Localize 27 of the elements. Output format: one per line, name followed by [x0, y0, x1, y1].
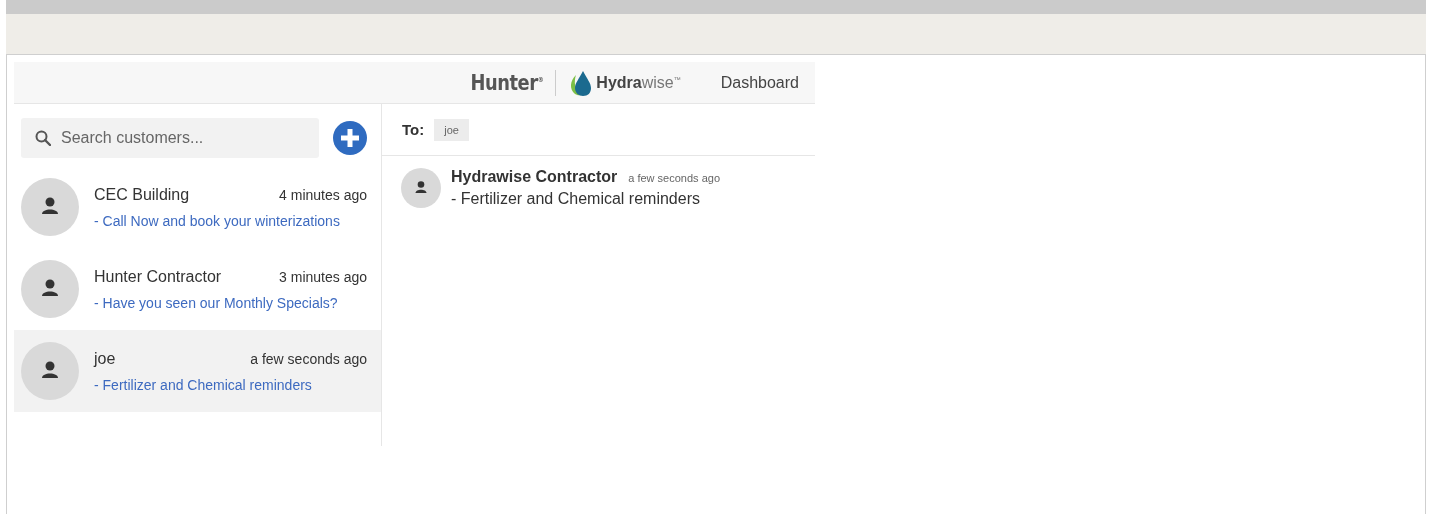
to-label: To: [402, 121, 425, 138]
conversation-item[interactable]: joe a few seconds ago - Fertilizer and Chemical reminders [14, 330, 381, 412]
message-preview: - Have you seen our Monthly Specials? [94, 294, 339, 311]
conversation-item[interactable]: CEC Building 4 minutes ago - Call Now and book your winterizations [14, 166, 381, 248]
hydrawise-logo: Hydrawise$^{™}$ [596, 73, 681, 92]
dashboard-link[interactable]: Dashboard [720, 73, 799, 92]
customer-name: CEC Building [94, 185, 190, 204]
message-time: 3 minutes ago [279, 268, 367, 285]
search-icon [35, 130, 51, 146]
search-field[interactable]: Search customers... [21, 118, 319, 158]
avatar-icon [401, 168, 441, 208]
message-time: 4 minutes ago [279, 186, 367, 203]
sender-name: Hydrawise Contractor [451, 168, 618, 186]
message-text: - Fertilizer and Chemical reminders [451, 190, 701, 208]
customer-name: Hunter Contractor [94, 267, 222, 286]
recipient-tag: joe [434, 118, 469, 141]
message-time: a few seconds ago [628, 172, 720, 184]
conversation-item[interactable]: Hunter Contractor 3 minutes ago - Have you seen our Monthly Specials? [14, 248, 381, 330]
customer-name: joe [94, 349, 116, 368]
message-time: a few seconds ago [250, 350, 367, 367]
message-preview: - Fertilizer and Chemical reminders [94, 376, 313, 393]
avatar-icon [21, 178, 79, 236]
avatar-icon [21, 342, 79, 400]
avatar-icon [21, 260, 79, 318]
hunter-logo: Hunter$^{®}$ [470, 70, 543, 95]
message-preview: - Call Now and book your winterizations [94, 212, 341, 229]
add-button[interactable] [333, 121, 367, 155]
